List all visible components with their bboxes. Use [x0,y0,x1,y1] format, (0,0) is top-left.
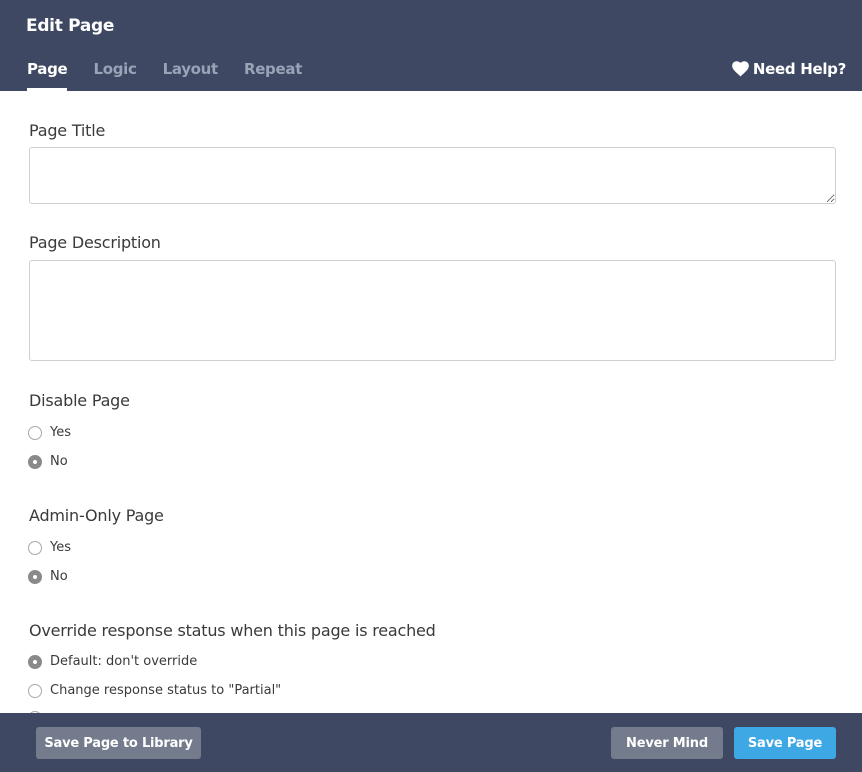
disable-page-yes-option[interactable]: Yes [28,425,71,440]
disable-page-label: Disable Page [29,391,130,410]
radio-label: Yes [50,540,71,555]
admin-only-page-label: Admin-Only Page [29,506,164,525]
radio-label: No [50,454,68,469]
radio-button-selected[interactable] [28,454,42,469]
need-help-link[interactable]: Need Help? [731,60,846,78]
page-settings-form: Page Title Page Description Disable Page… [0,91,862,713]
override-default-option[interactable]: Default: don't override [28,654,197,669]
radio-label: No [50,569,68,584]
radio-button[interactable] [28,683,42,698]
page-description-editor[interactable] [29,260,836,361]
heart-icon [731,61,749,77]
modal-footer: Save Page to Library Never Mind Save Pag… [0,713,862,772]
tab-logic[interactable]: Logic [93,60,136,91]
radio-label: Default: don't override [50,654,198,669]
save-page-button[interactable]: Save Page [734,727,836,759]
radio-button[interactable] [28,540,42,555]
need-help-label: Need Help? [752,60,846,78]
disable-page-no-option[interactable]: No [28,454,68,469]
page-title-input[interactable] [29,147,836,204]
page-description-label: Page Description [29,233,161,252]
modal-header: Edit Page Page Logic Layout Repeat Need … [0,0,862,91]
admin-only-yes-option[interactable]: Yes [28,540,71,555]
tab-repeat[interactable]: Repeat [244,60,302,91]
tab-layout[interactable]: Layout [163,60,219,91]
radio-button-selected[interactable] [28,654,42,669]
tab-page[interactable]: Page [27,60,68,91]
page-title-label: Page Title [29,121,106,140]
radio-button[interactable] [28,425,42,440]
modal-title: Edit Page [26,16,115,36]
tab-bar: Page Logic Layout Repeat [27,60,328,91]
radio-button-selected[interactable] [28,569,42,584]
override-status-label: Override response status when this page … [29,621,436,640]
admin-only-no-option[interactable]: No [28,569,68,584]
radio-label: Change response status to "Partial" [50,683,282,698]
save-to-library-button[interactable]: Save Page to Library [36,727,201,759]
override-partial-option[interactable]: Change response status to "Partial" [28,683,281,698]
never-mind-button[interactable]: Never Mind [611,727,723,759]
radio-label: Yes [50,425,71,440]
